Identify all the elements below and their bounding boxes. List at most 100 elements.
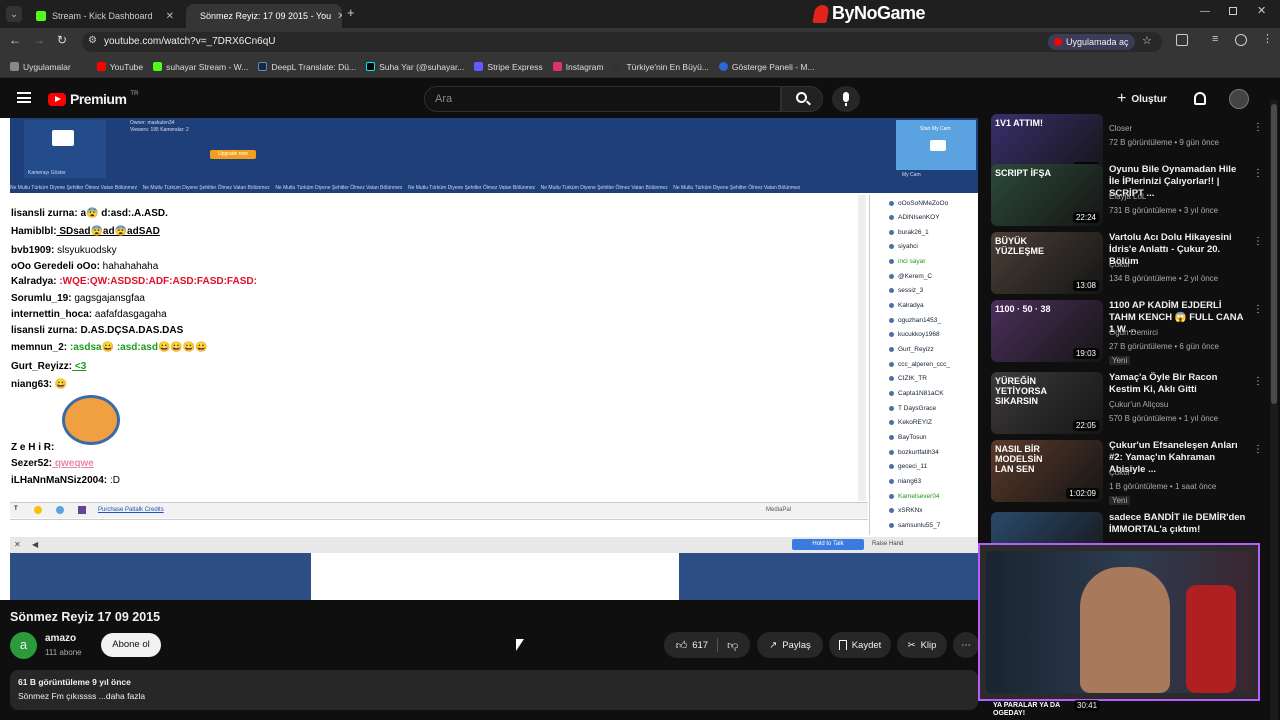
- channel-avatar[interactable]: a: [10, 632, 37, 659]
- user-item[interactable]: kucukkoy1968: [889, 331, 940, 338]
- description-box[interactable]: 61 B görüntüleme 9 yıl önce Sönmez Fm çı…: [10, 670, 978, 710]
- user-item[interactable]: xSRKNx: [889, 507, 923, 514]
- channel-name[interactable]: Çukur: [1109, 260, 1130, 269]
- mute-icon[interactable]: ✕: [14, 540, 21, 549]
- channel-name[interactable]: amazo: [45, 633, 76, 644]
- globe-icon[interactable]: [56, 506, 64, 514]
- video-player[interactable]: Kamerayı Göster Owner: maskulen34 Viewer…: [0, 118, 978, 600]
- mediapal-label[interactable]: MediaPal: [766, 507, 791, 513]
- recommended-video[interactable]: BÜYÜK YÜZLEŞME 13:08 Vartolu Acı Dolu Hika…: [991, 232, 1271, 296]
- hold-to-talk-button[interactable]: Hold to Talk: [792, 539, 864, 550]
- reload-icon[interactable]: ↻: [57, 33, 67, 47]
- recommended-video[interactable]: YÜREĞİN YETİYORSA SIKARSIN 22:05 Yamaç'a Ö…: [991, 372, 1271, 436]
- close-window-icon[interactable]: ✕: [1257, 4, 1266, 17]
- more-options-icon[interactable]: ⋮: [1253, 168, 1263, 179]
- bookmark-deepl[interactable]: DeepL Translate: Dü...: [258, 62, 356, 72]
- channel-name[interactable]: Ogün Demirci: [1109, 328, 1158, 337]
- bookmark-tiktok[interactable]: Suha Yar (@suhayar...: [366, 62, 464, 72]
- maximize-icon[interactable]: [1229, 7, 1237, 15]
- like-button[interactable]: 👍︎ 617: [676, 639, 708, 652]
- video-thumbnail[interactable]: SCRIPT İFŞA 22:24: [991, 164, 1103, 226]
- extensions-icon[interactable]: [1176, 34, 1188, 46]
- thumbs-down-icon[interactable]: 👎︎: [727, 639, 738, 652]
- emoji-icon[interactable]: [34, 506, 42, 514]
- minimize-icon[interactable]: —: [1200, 6, 1210, 17]
- bookmark-star-icon[interactable]: ☆: [1142, 34, 1152, 47]
- purchase-credits-link[interactable]: Purchase Paltalk Credits: [98, 507, 164, 513]
- user-item[interactable]: Gurt_Reyizz: [889, 346, 934, 353]
- url-bar[interactable]: ⚙ youtube.com/watch?v=_7DRX6Cn6qU Uygula…: [82, 32, 1162, 52]
- user-item[interactable]: bozkurtfatih34: [889, 449, 939, 456]
- channel-name[interactable]: Closer: [1109, 124, 1132, 133]
- bookmark-dashboard[interactable]: Gösterge Paneli - M...: [718, 62, 815, 72]
- chat-scrollbar[interactable]: [858, 195, 866, 501]
- upgrade-button[interactable]: Upgrade now: [210, 150, 256, 159]
- search-button[interactable]: [781, 86, 823, 112]
- user-item[interactable]: KekoREYIZ: [889, 419, 932, 426]
- user-item[interactable]: oOoSoNMeZoOo: [888, 200, 948, 207]
- site-info-icon[interactable]: ⚙: [88, 35, 97, 46]
- youtube-premium-logo[interactable]: Premium TR: [48, 91, 138, 107]
- user-item[interactable]: Kalradya: [889, 302, 924, 309]
- more-actions-button[interactable]: ⋯: [953, 632, 979, 658]
- more-options-icon[interactable]: ⋮: [1253, 122, 1263, 133]
- channel-name[interactable]: Çukur'un Aliçosu: [1109, 400, 1168, 409]
- user-item[interactable]: BayTosun: [889, 434, 927, 441]
- notifications-bell-icon[interactable]: [1194, 92, 1206, 105]
- recommended-video[interactable]: NASIL BİR MODELSİN LAN SEN 1:02:09 Çukur'u…: [991, 440, 1271, 505]
- bookmark-instagram[interactable]: Instagram: [552, 62, 603, 72]
- user-item[interactable]: niang63: [888, 478, 921, 485]
- text-format-icon[interactable]: T: [14, 506, 18, 512]
- search-input[interactable]: Ara: [424, 86, 781, 112]
- user-item[interactable]: ADINIsenKOY: [889, 214, 940, 221]
- save-button[interactable]: Kaydet: [829, 632, 891, 658]
- user-item[interactable]: T DaysGrace: [888, 405, 936, 412]
- user-item[interactable]: CIZIK_TR: [889, 375, 927, 382]
- bookmark-kick[interactable]: suhayar Stream - W...: [153, 62, 248, 72]
- user-item[interactable]: burak26_1: [889, 229, 929, 236]
- user-item[interactable]: oguzhan1453_: [888, 317, 941, 324]
- tab-youtube-video[interactable]: Sönmez Reyiz: 17 09 2015 - You ✕: [186, 4, 342, 28]
- video-title[interactable]: sadece BANDİT ile DEMİR'den İMMORTAL'a ç…: [1109, 512, 1249, 536]
- page-scrollbar[interactable]: [1270, 100, 1278, 720]
- video-title[interactable]: Yamaç'a Öyle Bir Racon Kestim Ki, Aklı G…: [1109, 372, 1249, 396]
- bookmark-youtube[interactable]: YouTube: [96, 62, 143, 72]
- user-item[interactable]: samsunlu55_7: [888, 522, 940, 529]
- recommended-video[interactable]: 1100 · 50 · 38 19:03 1100 AP KADİM EJDERLİ…: [991, 300, 1271, 365]
- raise-hand-button[interactable]: Raise Hand: [872, 539, 932, 550]
- recommended-video[interactable]: SCRIPT İFŞA 22:24 Oyunu Bile Oynamadan Hil…: [991, 164, 1271, 228]
- user-item[interactable]: siyahci: [889, 243, 918, 250]
- video-thumbnail[interactable]: YÜREĞİN YETİYORSA SIKARSIN 22:05: [991, 372, 1103, 434]
- tab-list-chevron-icon[interactable]: ⌄: [6, 6, 22, 22]
- video-thumbnail[interactable]: NASIL BİR MODELSİN LAN SEN 1:02:09: [991, 440, 1103, 502]
- user-item[interactable]: @Kerem_C: [888, 273, 932, 280]
- video-thumbnail[interactable]: 1100 · 50 · 38 19:03: [991, 300, 1103, 362]
- channel-name[interactable]: Elayja LoL: [1109, 192, 1146, 201]
- forward-icon[interactable]: →: [33, 33, 45, 47]
- hamburger-menu-icon[interactable]: [17, 92, 31, 103]
- bookmark-stripe[interactable]: Stripe Express: [474, 62, 543, 72]
- tab-kick-dashboard[interactable]: Stream - Kick Dashboard ✕: [28, 4, 182, 28]
- start-cam-button[interactable]: Start My Cam: [896, 120, 976, 170]
- more-options-icon[interactable]: ⋮: [1253, 376, 1263, 387]
- message-input[interactable]: [10, 519, 868, 537]
- scrollbar-thumb[interactable]: [1271, 104, 1277, 404]
- user-item[interactable]: sessiz_3: [888, 287, 923, 294]
- back-icon[interactable]: ←: [9, 33, 21, 47]
- channel-name[interactable]: Çukur: [1109, 468, 1130, 477]
- video-thumbnail[interactable]: BÜYÜK YÜZLEŞME 13:08: [991, 232, 1103, 294]
- user-item[interactable]: Kamelsever04: [889, 493, 940, 500]
- media-controls-icon[interactable]: ≡: [1212, 33, 1218, 45]
- share-button[interactable]: ↗ Paylaş: [757, 632, 823, 658]
- user-item[interactable]: ccc_alperen_ccc_: [888, 361, 950, 368]
- close-tab-icon[interactable]: ✕: [166, 11, 174, 22]
- subscribe-button[interactable]: Abone ol: [101, 633, 161, 657]
- open-in-app-button[interactable]: Uygulamada aç: [1048, 34, 1135, 50]
- voice-search-button[interactable]: [832, 86, 860, 112]
- bookmark-turkiye[interactable]: Türkiye'nin En Büyü...: [613, 62, 709, 72]
- more-options-icon[interactable]: ⋮: [1253, 304, 1263, 315]
- user-item[interactable]: Capta1N81aCK: [889, 390, 944, 397]
- close-tab-icon[interactable]: ✕: [337, 11, 342, 22]
- user-item[interactable]: gececi_11: [888, 463, 927, 470]
- more-options-icon[interactable]: ⋮: [1253, 236, 1263, 247]
